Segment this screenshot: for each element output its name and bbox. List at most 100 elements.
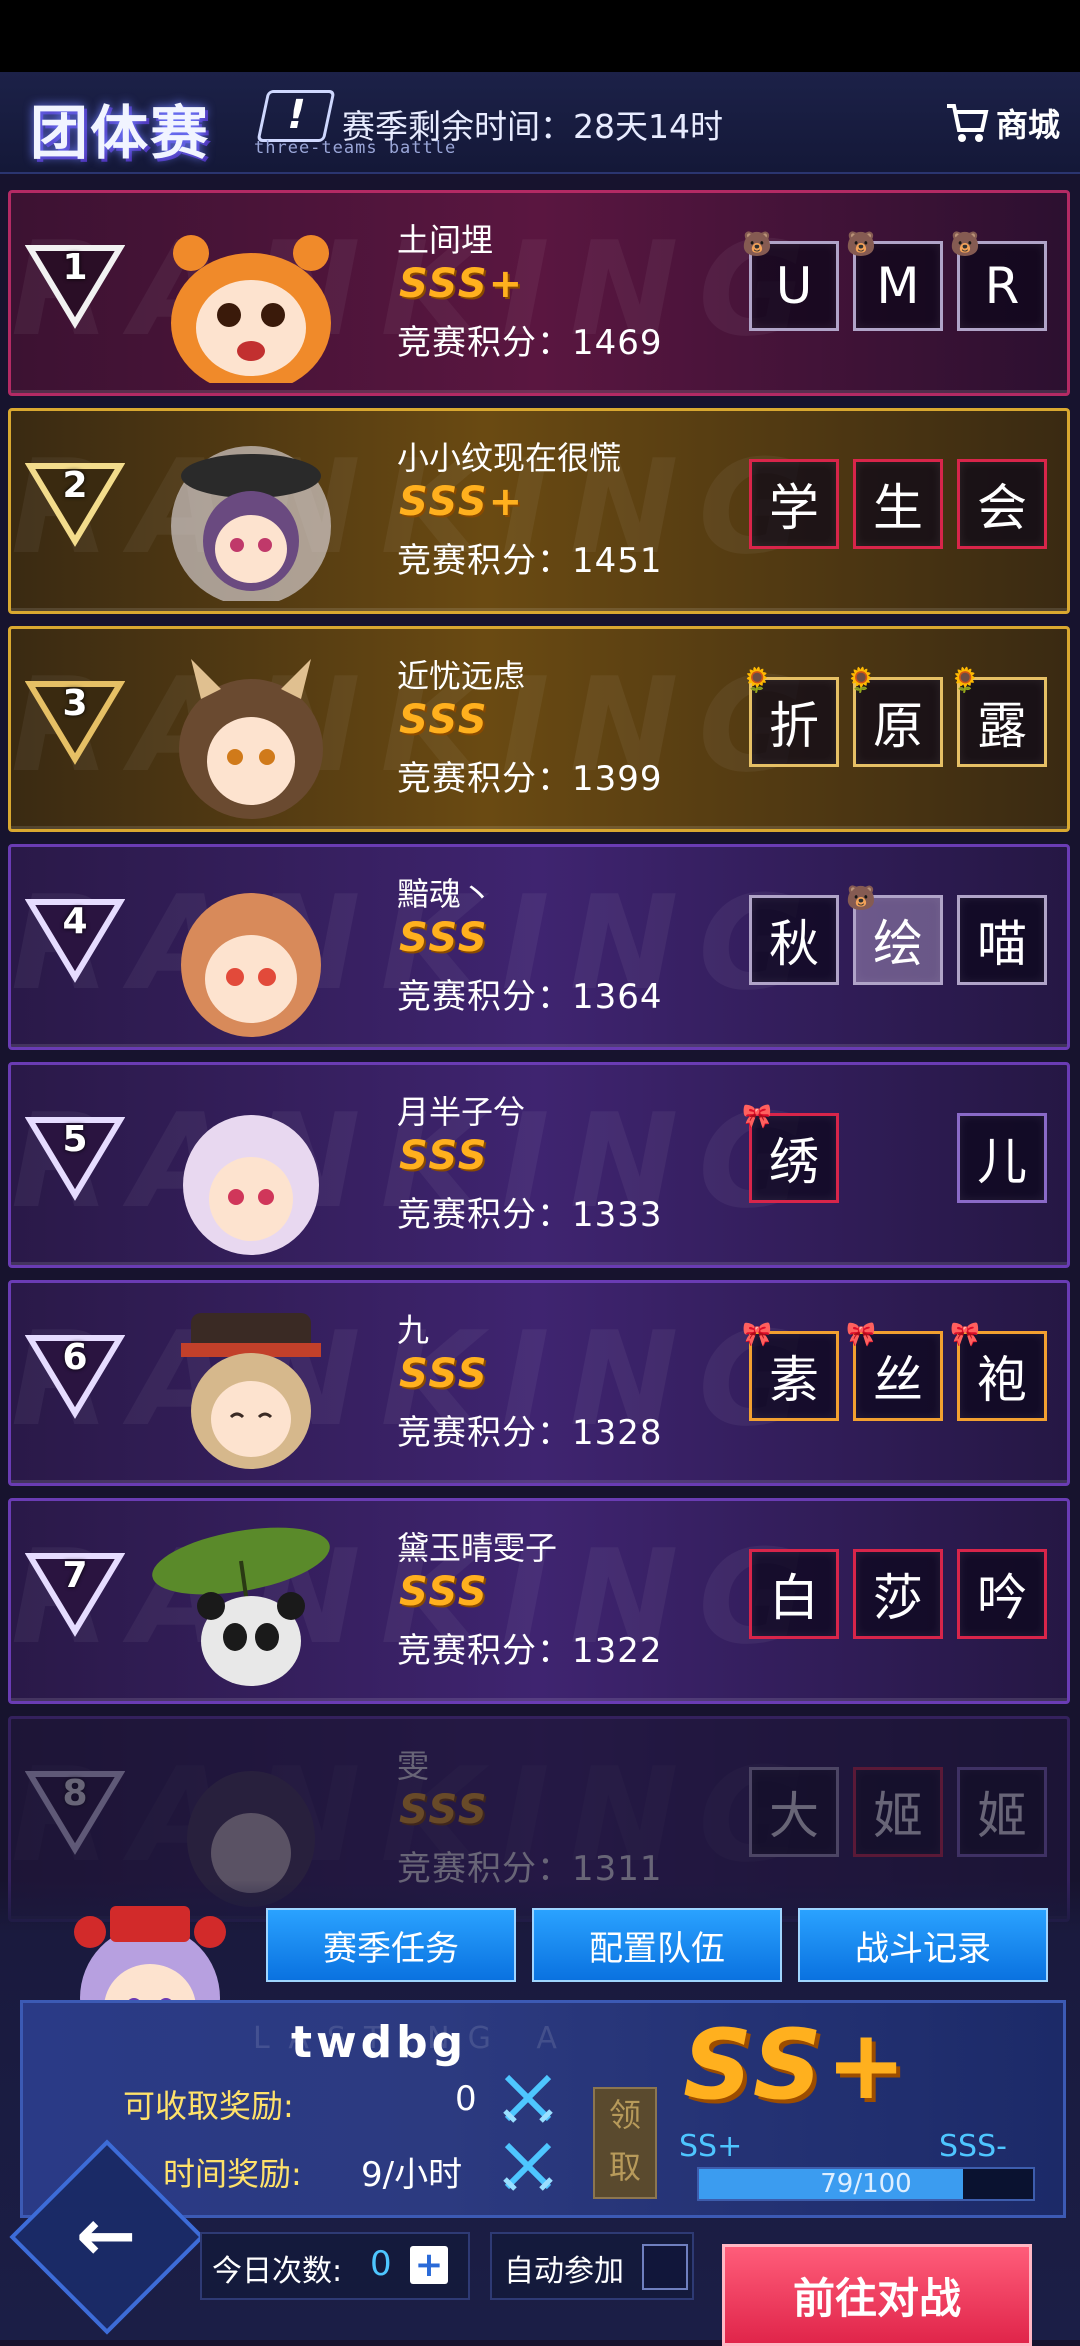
shop-button[interactable]: 商城 <box>944 98 1060 148</box>
rank-number: 7 <box>62 1555 88 1596</box>
sunflower-icon: 🌻 <box>742 666 772 694</box>
season-tasks-button[interactable]: 赛季任务 <box>266 1908 516 1982</box>
player-info-panel: LASTING A twdbg 可收取奖励: 0 时间奖励: 9/小时 领取 S… <box>20 2000 1066 2218</box>
ranking-row[interactable]: RANKING 5 月半子兮 SSS 竞赛积分：1333 🎀 绣 儿 <box>8 1062 1070 1268</box>
bear-icon: 🐻 <box>846 884 876 912</box>
team-member-tile: 🌻 折 <box>742 666 839 767</box>
time-reward-value: 9/小时 <box>361 2155 463 2195</box>
rank-badge: 6 <box>24 1323 126 1423</box>
avatar <box>131 1511 371 1691</box>
sunflower-icon: 🌻 <box>846 666 876 694</box>
ranking-row[interactable]: RANKING 1 土间埋 SSS+ 竞赛积分：1469 🐻 U 🐻 M 🐻 R <box>8 190 1070 396</box>
today-count-value: 0 <box>370 2244 392 2284</box>
today-count-label: 今日次数: <box>212 2254 343 2289</box>
rank-number: 4 <box>62 901 88 942</box>
season-remaining-time: 赛季剩余时间：28天14时 <box>342 107 723 146</box>
add-count-button[interactable]: + <box>410 2246 448 2284</box>
rank-badge: 2 <box>24 451 126 551</box>
team-member-tile: 🐻 U <box>742 230 839 331</box>
sunflower-icon: 🌻 <box>950 666 980 694</box>
info-icon[interactable]: ! <box>256 90 336 142</box>
team-member-tile: 🐻 M <box>846 230 943 331</box>
ranking-row[interactable]: RANKING 7 黛玉晴雯子 SSS 竞赛积分：1322 白 莎 吟 <box>8 1498 1070 1704</box>
ranking-row[interactable]: RANKING 4 黯魂丶 SSS 竞赛积分：1364 秋 🐻 绘 喵 <box>8 844 1070 1050</box>
player-score: 竞赛积分：1364 <box>397 977 663 1017</box>
player-name: 月半子兮 <box>397 1093 526 1131</box>
status-bar <box>0 0 1080 72</box>
team-members: 大 姬 姬 <box>749 1767 1047 1857</box>
team-member-tile: 🌻 露 <box>950 666 1047 767</box>
ranking-row[interactable]: RANKING 6 九 SSS 竞赛积分：1328 🎀 素 🎀 丝 🎀 袍 <box>8 1280 1070 1486</box>
team-members: 🎀 绣 儿 <box>742 1102 1047 1203</box>
team-member-tile: 生 <box>853 459 943 549</box>
avatar <box>131 1075 371 1255</box>
progress-text: 79/100 <box>820 2169 912 2199</box>
auto-join-checkbox[interactable] <box>642 2244 688 2290</box>
ribbon-icon: 🎀 <box>742 1102 772 1130</box>
rank-number: 5 <box>62 1119 88 1160</box>
team-member-tile: 莎 <box>853 1549 943 1639</box>
ranking-row[interactable]: RANKING 3 近忧远虑 SSS 竞赛积分：1399 🌻 折 🌻 原 🌻 露 <box>8 626 1070 832</box>
crossed-swords-icon <box>503 2142 553 2191</box>
player-grade: SSS <box>399 1569 489 1615</box>
team-member-tile: 儿 <box>957 1113 1047 1203</box>
team-member-tile: 秋 <box>749 895 839 985</box>
page-title: 团体赛 <box>30 99 211 167</box>
rank-number: 6 <box>62 1337 88 1378</box>
go-battle-button[interactable]: 前往对战 <box>722 2244 1032 2346</box>
avatar <box>131 421 371 606</box>
shop-label: 商城 <box>995 106 1060 144</box>
rank-badge: 7 <box>24 1541 126 1641</box>
team-member-tile: 大 <box>749 1767 839 1857</box>
bear-icon: 🐻 <box>950 230 980 258</box>
rank-number: 1 <box>62 247 88 288</box>
rank-number: 3 <box>62 683 88 724</box>
team-member-tile: 姬 <box>853 1767 943 1857</box>
claimable-reward-value: 0 <box>455 2079 477 2119</box>
team-member-tile: 会 <box>957 459 1047 549</box>
team-member-tile: 学 <box>749 459 839 549</box>
tier-progress-bar: 79/100 <box>697 2167 1035 2201</box>
rank-badge: 5 <box>24 1105 126 1205</box>
avatar <box>131 857 371 1037</box>
rank-badge: 3 <box>24 669 126 769</box>
team-members: 🎀 素 🎀 丝 🎀 袍 <box>742 1320 1047 1421</box>
auto-join-box[interactable]: 自动参加 <box>490 2232 694 2300</box>
team-members: 学 生 会 <box>749 459 1047 549</box>
player-score: 竞赛积分：1328 <box>397 1413 663 1453</box>
configure-team-button[interactable]: 配置队伍 <box>532 1908 782 1982</box>
player-grade: SSS <box>399 697 489 743</box>
rank-badge: 8 <box>24 1759 126 1859</box>
claim-reward-button[interactable]: 领取 <box>593 2087 657 2199</box>
player-name: 九 <box>397 1311 430 1349</box>
team-member-tile: 🎀 袍 <box>950 1320 1047 1421</box>
team-member-tile: 🎀 绣 <box>742 1102 839 1203</box>
player-name: 雯 <box>397 1747 430 1785</box>
team-member-tile: 吟 <box>957 1549 1047 1639</box>
player-grade: SSS <box>399 1133 489 1179</box>
rank-number: 8 <box>62 1773 88 1814</box>
ranking-row[interactable]: RANKING 2 小小纹现在很慌 SSS+ 竞赛积分：1451 学 生 会 <box>8 408 1070 614</box>
player-grade: SSS+ <box>399 479 525 525</box>
team-member-tile: 🌻 原 <box>846 666 943 767</box>
next-tier: SSS- <box>939 2129 1007 2164</box>
player-score: 竞赛积分：1322 <box>397 1631 663 1671</box>
player-name: 小小纹现在很慌 <box>397 439 622 477</box>
team-members: 白 莎 吟 <box>749 1549 1047 1639</box>
team-member-tile <box>853 1113 943 1203</box>
player-score: 竞赛积分：1469 <box>397 323 663 363</box>
player-grade-large: SS+ <box>683 2009 911 2121</box>
battle-records-button[interactable]: 战斗记录 <box>798 1908 1048 1982</box>
username: twdbg <box>291 2017 468 2068</box>
claimable-reward-label: 可收取奖励: <box>123 2087 294 2125</box>
ranking-list[interactable]: RANKING 1 土间埋 SSS+ 竞赛积分：1469 🐻 U 🐻 M 🐻 R RA… <box>0 186 1080 1946</box>
back-arrow-icon[interactable]: ← <box>56 2190 156 2280</box>
bow-icon: 🎀 <box>846 1320 876 1348</box>
player-grade: SSS+ <box>399 261 525 307</box>
team-member-tile: 🎀 丝 <box>846 1320 943 1421</box>
cart-icon <box>946 104 989 142</box>
avatar <box>131 639 371 819</box>
player-grade: SSS <box>399 1787 489 1833</box>
team-member-tile: 喵 <box>957 895 1047 985</box>
today-count-box: 今日次数: 0 + <box>200 2232 470 2300</box>
